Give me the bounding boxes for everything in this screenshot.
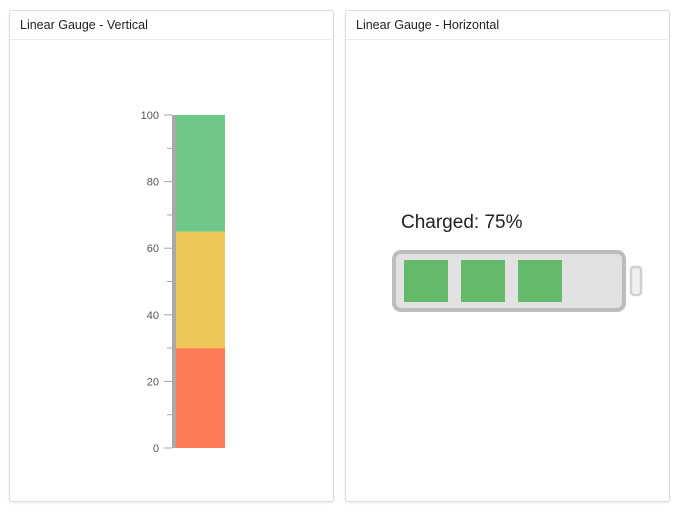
- tick-label: 40: [147, 310, 159, 322]
- gauge-range-0: [175, 348, 225, 448]
- battery-cell: [518, 260, 562, 302]
- gauge-range-1: [175, 231, 225, 349]
- tick-label: 60: [147, 243, 159, 255]
- battery-gauge: Charged: 75%: [392, 212, 643, 312]
- horizontal-gauge-title: Linear Gauge - Horizontal: [346, 11, 669, 40]
- battery-terminal: [629, 265, 643, 297]
- horizontal-gauge-body: Charged: 75%: [346, 40, 669, 501]
- horizontal-gauge-card: Linear Gauge - Horizontal Charged: 75%: [345, 10, 670, 502]
- tick-label: 0: [153, 443, 159, 455]
- tick-label: 80: [147, 177, 159, 189]
- charged-label: Charged: 75%: [401, 212, 523, 233]
- vertical-gauge-title: Linear Gauge - Vertical: [10, 11, 333, 40]
- vertical-gauge-body: 0 20 40 60 80 100: [10, 40, 333, 501]
- tick-label: 20: [147, 376, 159, 388]
- gauge-axis-line: [172, 115, 176, 448]
- vertical-gauge-card: Linear Gauge - Vertical 0 20 40 60 80 100: [9, 10, 334, 502]
- battery-cell: [461, 260, 505, 302]
- tick-label: 100: [141, 110, 159, 122]
- battery-cell: [404, 260, 448, 302]
- gauge-range-2: [175, 115, 225, 232]
- vertical-linear-gauge: 0 20 40 60 80 100: [141, 110, 225, 455]
